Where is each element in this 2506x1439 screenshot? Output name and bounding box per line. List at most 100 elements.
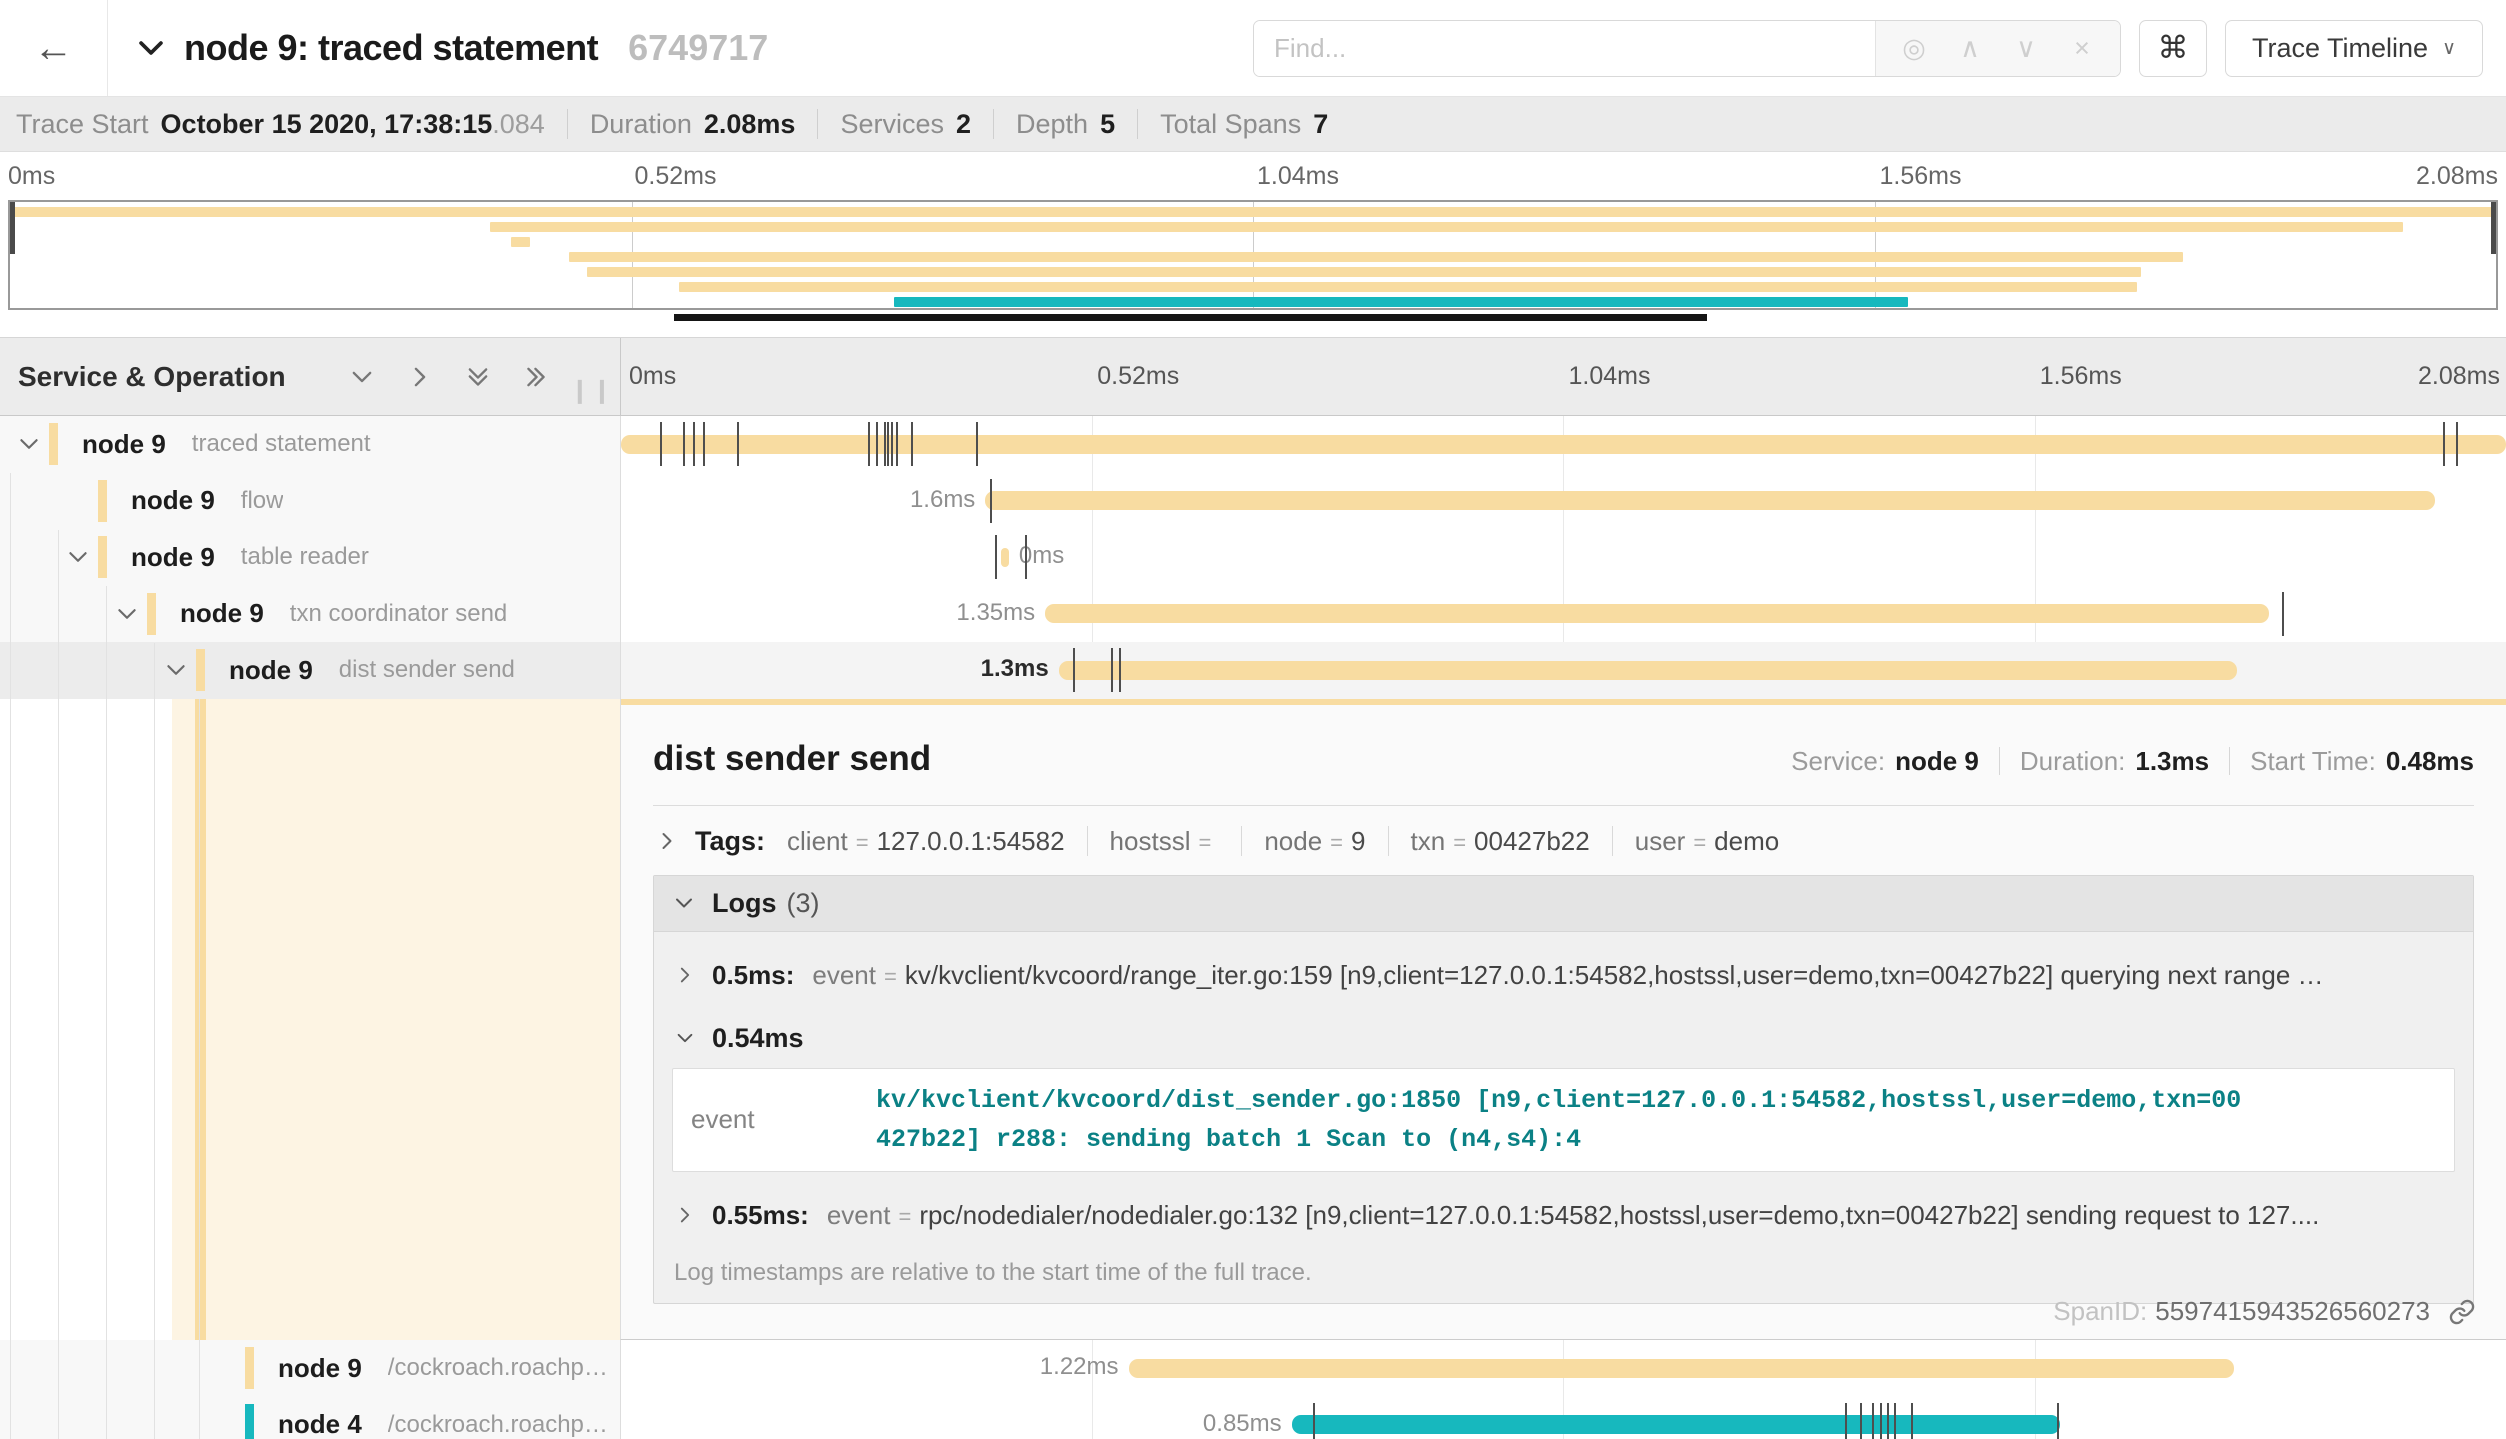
span-tree-cell[interactable]: node 9 table reader bbox=[0, 529, 620, 586]
summary-value: 2 bbox=[956, 109, 971, 140]
span-bar-cell[interactable]: 0ms bbox=[620, 529, 2506, 586]
find-next-icon[interactable]: ∨ bbox=[1998, 33, 2054, 64]
span-bar-cell[interactable]: 0.85ms bbox=[620, 1397, 2506, 1439]
span-log-tick bbox=[1894, 1403, 1896, 1439]
chevron-down-icon bbox=[672, 891, 696, 915]
minimap-left-handle[interactable] bbox=[10, 202, 15, 254]
column-resize-grip[interactable]: ❙❙ bbox=[570, 376, 614, 405]
find-prev-icon[interactable]: ∧ bbox=[1942, 33, 1998, 64]
tag-key: hostssl bbox=[1110, 826, 1191, 857]
span-row-dist-sender-send[interactable]: node 9 dist sender send 1.3ms bbox=[0, 642, 2506, 699]
span-detail-tree-cell bbox=[0, 699, 620, 1341]
span-bar[interactable] bbox=[621, 435, 2506, 454]
collapse-all-icon[interactable] bbox=[464, 363, 492, 391]
span-row-flow[interactable]: node 9 flow 1.6ms bbox=[0, 473, 2506, 530]
span-row-cockroach-roachpb-node9[interactable]: node 9 /cockroach.roachpb.I... 1.22ms bbox=[0, 1340, 2506, 1397]
log-entry-0.5ms[interactable]: 0.5ms: event = kv/kvclient/kvcoord/range… bbox=[654, 932, 2473, 997]
span-duration-label: 1.6ms bbox=[910, 486, 975, 514]
span-log-tick bbox=[1073, 648, 1075, 692]
divider bbox=[567, 109, 568, 139]
logs-count: (3) bbox=[787, 888, 820, 919]
span-bar[interactable] bbox=[985, 491, 2435, 510]
divider bbox=[1087, 826, 1088, 856]
span-bar-cell[interactable]: 1.22ms bbox=[620, 1340, 2506, 1397]
span-tree-cell[interactable]: node 4 /cockroach.roachpb.I... bbox=[0, 1397, 620, 1439]
equals-sign: = bbox=[898, 1204, 911, 1230]
span-bar[interactable] bbox=[1001, 548, 1009, 567]
span-id-row: SpanID: 5597415943526560273 bbox=[2053, 1296, 2476, 1327]
span-log-tick bbox=[2057, 1403, 2059, 1439]
logs-title: Logs bbox=[712, 888, 777, 919]
span-row-txn-coordinator-send[interactable]: node 9 txn coordinator send 1.35ms bbox=[0, 586, 2506, 643]
span-tree-cell[interactable]: node 9 /cockroach.roachpb.I... bbox=[0, 1340, 620, 1397]
summary-value: October 15 2020, 17:38:15 bbox=[161, 109, 493, 140]
span-log-tick bbox=[1111, 648, 1113, 692]
keyboard-shortcuts-button[interactable]: ⌘ bbox=[2139, 20, 2207, 77]
span-tree-cell[interactable]: node 9 flow bbox=[0, 473, 620, 530]
span-log-tick bbox=[1119, 648, 1121, 692]
minimap-time-axis: 0ms 0.52ms 1.04ms 1.56ms 2.08ms bbox=[8, 156, 2498, 196]
find-match-icon[interactable]: ◎ bbox=[1886, 33, 1942, 64]
span-tree-cell[interactable]: node 9 txn coordinator send bbox=[0, 586, 620, 643]
tag-txn: txn = 00427b22 bbox=[1411, 826, 1590, 857]
find-input[interactable] bbox=[1254, 21, 1875, 76]
span-log-tick bbox=[976, 422, 978, 466]
summary-depth: Depth 5 bbox=[1016, 109, 1115, 140]
span-log-tick bbox=[683, 422, 685, 466]
logs-footnote: Log timestamps are relative to the start… bbox=[654, 1237, 2473, 1303]
chevron-down-icon[interactable] bbox=[114, 601, 140, 627]
expand-one-icon[interactable] bbox=[406, 363, 434, 391]
span-tree-cell[interactable]: node 9 traced statement bbox=[0, 416, 620, 473]
span-log-tick bbox=[1845, 1403, 1847, 1439]
service-label: Service: bbox=[1791, 746, 1885, 777]
start-time-label: Start Time: bbox=[2250, 746, 2376, 777]
find-clear-icon[interactable]: × bbox=[2054, 33, 2110, 64]
span-bar-cell[interactable]: 1.3ms bbox=[620, 642, 2506, 699]
log-entry-0.55ms[interactable]: 0.55ms: event = rpc/nodedialer/nodediale… bbox=[654, 1172, 2473, 1237]
divider bbox=[2229, 747, 2230, 775]
span-log-tick bbox=[868, 422, 870, 466]
span-log-tick bbox=[2282, 592, 2284, 636]
minimap-span-bar bbox=[679, 282, 2137, 292]
collapse-one-icon[interactable] bbox=[348, 363, 376, 391]
tag-client: client = 127.0.0.1:54582 bbox=[787, 826, 1065, 857]
log-value: rpc/nodedialer/nodedialer.go:132 [n9,cli… bbox=[919, 1200, 2319, 1231]
view-selector-button[interactable]: Trace Timeline ∨ bbox=[2225, 20, 2483, 77]
span-bar[interactable] bbox=[1292, 1415, 2061, 1434]
span-row-table-reader[interactable]: node 9 table reader 0ms bbox=[0, 529, 2506, 586]
span-tree-cell[interactable]: node 9 dist sender send bbox=[0, 642, 620, 699]
span-bar-cell[interactable]: 1.6ms bbox=[620, 473, 2506, 530]
span-log-tick bbox=[1860, 1403, 1862, 1439]
chevron-down-icon[interactable] bbox=[65, 544, 91, 570]
log-entry-0.54ms-header[interactable]: 0.54ms bbox=[654, 997, 2473, 1068]
back-button[interactable]: ← bbox=[0, 0, 108, 96]
span-rows: node 9 traced statement node 9 flow 1.6m… bbox=[0, 416, 2506, 1439]
logs-header[interactable]: Logs (3) bbox=[654, 876, 2473, 932]
link-icon[interactable] bbox=[2448, 1298, 2476, 1326]
span-row-traced-statement[interactable]: node 9 traced statement bbox=[0, 416, 2506, 473]
log-timestamp: 0.5ms: bbox=[712, 960, 794, 991]
span-bar-cell[interactable]: 1.35ms bbox=[620, 586, 2506, 643]
minimap-right-handle[interactable] bbox=[2491, 202, 2496, 254]
minimap-canvas[interactable] bbox=[8, 200, 2498, 310]
expand-all-icon[interactable] bbox=[522, 363, 550, 391]
trace-collapse-toggle[interactable] bbox=[134, 31, 168, 65]
span-bar[interactable] bbox=[1059, 661, 2237, 680]
minimap-scrub-bar[interactable] bbox=[674, 314, 1706, 321]
span-log-tick bbox=[876, 422, 878, 466]
summary-trace-start: Trace Start October 15 2020, 17:38:15 .0… bbox=[16, 109, 545, 140]
span-detail-block: dist sender send Service: node 9 Duratio… bbox=[0, 699, 2506, 1341]
span-log-tick bbox=[1872, 1403, 1874, 1439]
span-row-cockroach-roachpb-node4[interactable]: node 4 /cockroach.roachpb.I... 0.85ms bbox=[0, 1397, 2506, 1439]
span-log-tick bbox=[693, 422, 695, 466]
span-bar-cell[interactable] bbox=[620, 416, 2506, 473]
divider bbox=[1612, 826, 1613, 856]
chevron-down-icon[interactable] bbox=[16, 431, 42, 457]
find-group: ◎ ∧ ∨ × bbox=[1253, 20, 2121, 77]
span-bar[interactable] bbox=[1045, 604, 2268, 623]
span-bar[interactable] bbox=[1129, 1359, 2235, 1378]
service-name: node 9 bbox=[131, 542, 215, 573]
tags-row[interactable]: Tags: client = 127.0.0.1:54582 hostssl = bbox=[655, 826, 2474, 857]
chevron-down-icon[interactable] bbox=[163, 657, 189, 683]
ruler-tick: 1.04ms bbox=[1569, 362, 1651, 391]
